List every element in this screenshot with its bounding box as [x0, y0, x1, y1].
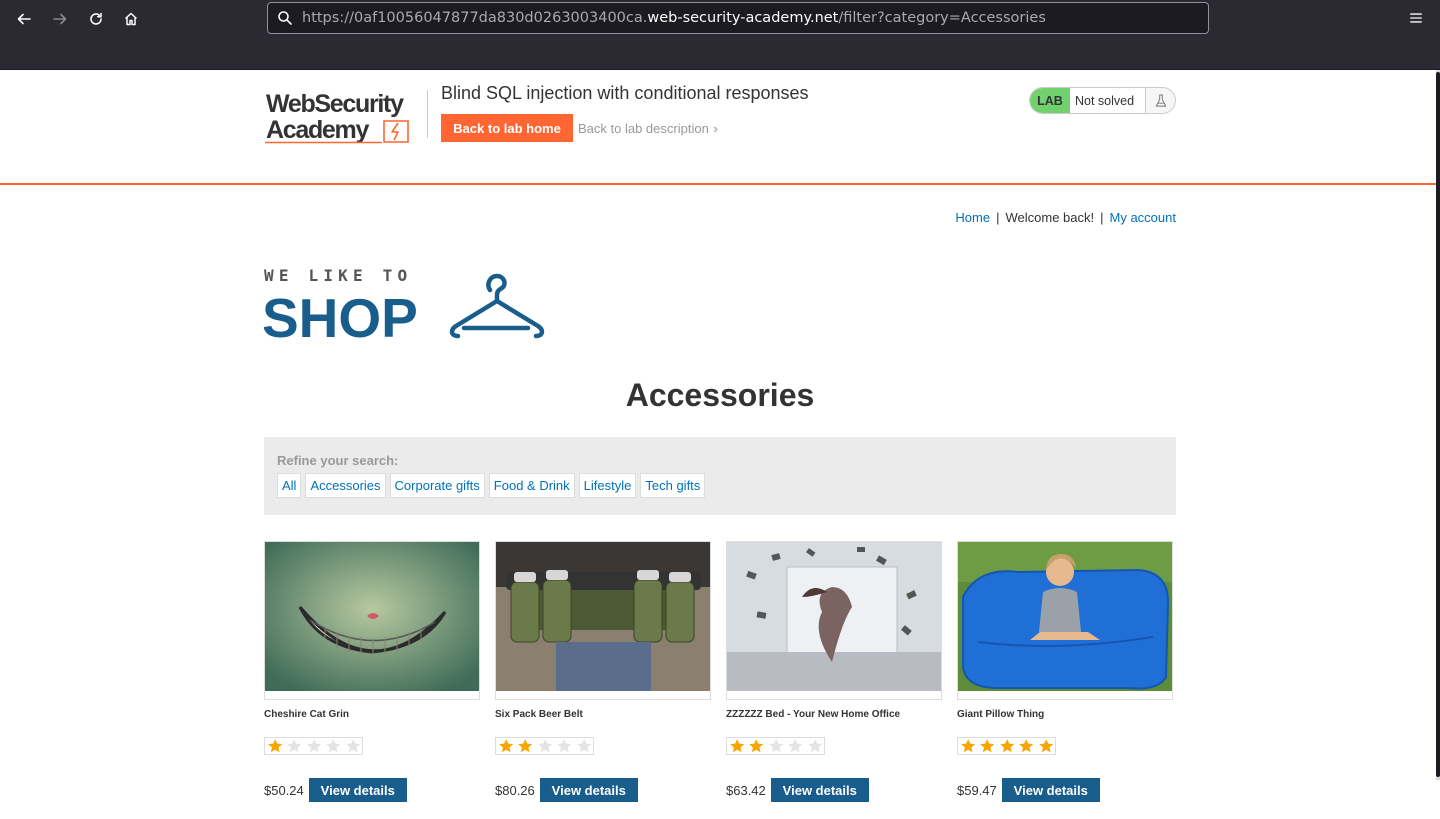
star-icon [788, 739, 803, 753]
product-name: Cheshire Cat Grin [264, 709, 350, 720]
filter-links: All Accessories Corporate gifts Food & D… [277, 473, 706, 498]
star-icon [961, 739, 976, 753]
view-details-button[interactable]: View details [308, 778, 407, 802]
filter-link-lifestyle[interactable]: Lifestyle [578, 473, 637, 498]
reload-icon[interactable] [83, 6, 109, 32]
logo-line2: Academy [266, 116, 369, 144]
back-arrow-icon[interactable] [11, 6, 37, 32]
product-card: Six Pack Beer Belt $80.26 View details [495, 541, 711, 802]
star-icon [538, 739, 552, 753]
lab-status-widget: LAB Not solved [1029, 87, 1176, 114]
search-icon [278, 11, 292, 25]
star-icon [1019, 739, 1034, 753]
shop-logo-line2: SHOP [264, 287, 418, 340]
star-rating [264, 737, 363, 755]
logo-line1: WebSecurity [266, 90, 404, 118]
star-icon [345, 739, 360, 753]
flask-icon [1146, 88, 1175, 113]
star-icon [268, 739, 283, 753]
web-security-academy-logo[interactable]: WebSecurity Academy [264, 88, 429, 146]
product-image[interactable] [957, 541, 1173, 700]
lab-status-text: Not solved [1070, 88, 1146, 113]
product-price: $50.24 [264, 782, 304, 798]
logo-divider [427, 90, 428, 138]
url-domain: web-security-academy.net [647, 10, 839, 26]
browser-toolbar: https://0af10056047877da830d0263003400ca… [0, 0, 1440, 70]
product-price: $80.26 [495, 782, 535, 798]
scrollbar[interactable] [1436, 70, 1440, 780]
product-image[interactable] [495, 541, 711, 700]
product-name: Six Pack Beer Belt [495, 709, 583, 720]
view-details-button[interactable]: View details [1001, 778, 1100, 802]
product-card: Giant Pillow Thing $59.47 View details [957, 541, 1173, 802]
view-details-button[interactable]: View details [539, 778, 638, 802]
forward-arrow-icon[interactable] [47, 6, 73, 32]
star-icon [287, 739, 302, 753]
nav-separator: | [1100, 210, 1104, 225]
lab-status-badge: LAB [1030, 88, 1070, 113]
star-icon [730, 739, 745, 753]
product-name: ZZZZZZ Bed - Your New Home Office [726, 709, 901, 720]
filter-link-accessories[interactable]: Accessories [305, 473, 386, 498]
scrollbar-thumb[interactable] [1436, 72, 1440, 777]
page-content: WebSecurity Academy Blind SQL injection … [0, 70, 1440, 819]
star-icon [1038, 739, 1053, 753]
url-text: https://0af10056047877da830d0263003400ca… [302, 10, 1046, 26]
star-rating [957, 737, 1056, 755]
star-icon [518, 739, 533, 753]
my-account-link[interactable]: My account [1110, 210, 1176, 225]
product-image[interactable] [726, 541, 942, 700]
filter-link-corporate-gifts[interactable]: Corporate gifts [389, 473, 485, 498]
filter-link-all[interactable]: All [277, 473, 302, 498]
star-rating [495, 737, 594, 755]
clothes-hanger-icon [449, 273, 545, 339]
welcome-text: Welcome back! [1005, 210, 1095, 225]
hamburger-menu-icon[interactable] [1404, 6, 1428, 30]
product-card: Cheshire Cat Grin $50.24 View details [264, 541, 480, 802]
chevron-double-right-icon: ›› [712, 121, 718, 136]
back-to-lab-home-button[interactable]: Back to lab home [441, 114, 573, 142]
filter-link-food-drink[interactable]: Food & Drink [488, 473, 575, 498]
star-icon [576, 739, 591, 753]
filter-link-tech-gifts[interactable]: Tech gifts [640, 473, 706, 498]
shop-logo-line1: WE LIKE TO [264, 268, 412, 285]
product-price: $63.42 [726, 782, 766, 798]
lab-header: WebSecurity Academy Blind SQL injection … [0, 70, 1436, 185]
view-details-button[interactable]: View details [770, 778, 869, 802]
star-icon [499, 739, 514, 753]
nav-separator: | [996, 210, 1000, 225]
url-prefix: https://0af10056047877da830d0263003400ca… [302, 10, 648, 26]
star-icon [1000, 739, 1014, 753]
product-card: ZZZZZZ Bed - Your New Home Office $63.42… [726, 541, 942, 802]
back-to-lab-description-link[interactable]: Back to lab description ›› [578, 121, 718, 136]
url-path: /filter?category=Accessories [838, 10, 1046, 26]
page-title: Accessories [625, 377, 815, 413]
filter-panel: Refine your search: All Accessories Corp… [264, 437, 1176, 515]
filter-label: Refine your search: [277, 453, 399, 468]
star-rating [726, 737, 825, 755]
star-icon [807, 739, 822, 753]
account-nav: Home | Welcome back! | My account [955, 210, 1176, 225]
home-link[interactable]: Home [955, 210, 990, 225]
home-icon[interactable] [118, 6, 144, 32]
product-name: Giant Pillow Thing [957, 709, 1045, 720]
back-to-lab-description-label: Back to lab description [578, 121, 709, 136]
star-icon [769, 739, 783, 753]
star-icon [326, 739, 341, 753]
star-icon [307, 739, 321, 753]
we-like-to-shop-logo: WE LIKE TO SHOP [264, 268, 545, 340]
url-bar[interactable]: https://0af10056047877da830d0263003400ca… [267, 2, 1209, 34]
product-image[interactable] [264, 541, 480, 700]
star-icon [557, 739, 572, 753]
star-icon [749, 739, 764, 753]
product-price: $59.47 [957, 782, 997, 798]
star-icon [980, 739, 995, 753]
lab-title: Blind SQL injection with conditional res… [441, 83, 809, 103]
